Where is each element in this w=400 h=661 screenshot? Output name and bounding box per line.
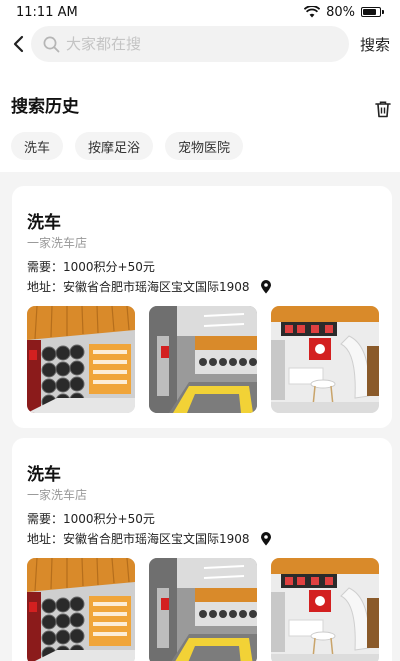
history-chip[interactable]: 按摩足浴 — [75, 132, 154, 160]
search-input[interactable] — [66, 35, 336, 53]
listing-subtitle: 一家洗车店 — [27, 488, 88, 502]
status-time: 11:11 AM — [16, 4, 78, 20]
search-icon — [43, 36, 60, 52]
battery-icon — [361, 7, 384, 17]
status-bar: 11:11 AM 80% — [0, 0, 400, 24]
history-title: 搜索历史 — [11, 97, 79, 117]
screen: 11:11 AM 80% 大家都在搜 搜索 搜索历史 洗车 按摩足浴 宠物医院 … — [0, 0, 400, 661]
status-icons: 80% — [304, 5, 384, 20]
wifi-icon — [304, 6, 321, 18]
listing-title: 洗车 — [27, 213, 61, 233]
trash-icon — [375, 101, 391, 118]
location-pin-icon[interactable] — [260, 531, 272, 546]
search-row: 搜索 — [0, 26, 400, 62]
store-lounge-image[interactable] — [271, 558, 379, 661]
back-button[interactable] — [8, 32, 28, 56]
listing-address-row: 地址：安徽省合肥市瑶海区宝文国际1908 — [27, 530, 272, 547]
listing-images — [27, 558, 379, 661]
history-chips: 洗车 按摩足浴 宠物医院 — [11, 132, 244, 160]
history-chip[interactable]: 宠物医院 — [165, 132, 244, 160]
chevron-left-icon — [13, 35, 24, 53]
location-pin-icon[interactable] — [260, 279, 272, 294]
listing-address-row: 地址：安徽省合肥市瑶海区宝文国际1908 — [27, 278, 272, 295]
listing-title: 洗车 — [27, 465, 61, 485]
workshop-bay-image[interactable] — [149, 306, 257, 413]
listing-address: 地址：安徽省合肥市瑶海区宝文国际1908 — [27, 280, 250, 294]
battery-fill — [363, 9, 376, 15]
listing-requirement: 需要：1000积分+50元 — [27, 512, 155, 526]
tire-shop-interior-image[interactable] — [27, 558, 135, 661]
tire-shop-interior-image[interactable] — [27, 306, 135, 413]
workshop-bay-image[interactable] — [149, 558, 257, 661]
listing-images — [27, 306, 379, 413]
listing-card[interactable]: 洗车 一家洗车店 需要：1000积分+50元 地址：安徽省合肥市瑶海区宝文国际1… — [12, 438, 392, 661]
listing-card[interactable]: 洗车 一家洗车店 需要：1000积分+50元 地址：安徽省合肥市瑶海区宝文国际1… — [12, 186, 392, 428]
store-lounge-image[interactable] — [271, 306, 379, 413]
listing-subtitle: 一家洗车店 — [27, 236, 88, 250]
search-header: 搜索 搜索历史 洗车 按摩足浴 宠物医院 — [0, 24, 400, 172]
history-chip[interactable]: 洗车 — [11, 132, 64, 160]
search-box[interactable] — [31, 26, 349, 62]
battery-percent: 80% — [326, 4, 355, 20]
clear-history-button[interactable] — [374, 100, 392, 118]
listing-address: 地址：安徽省合肥市瑶海区宝文国际1908 — [27, 532, 250, 546]
listing-requirement: 需要：1000积分+50元 — [27, 260, 155, 274]
search-button[interactable]: 搜索 — [360, 34, 390, 55]
